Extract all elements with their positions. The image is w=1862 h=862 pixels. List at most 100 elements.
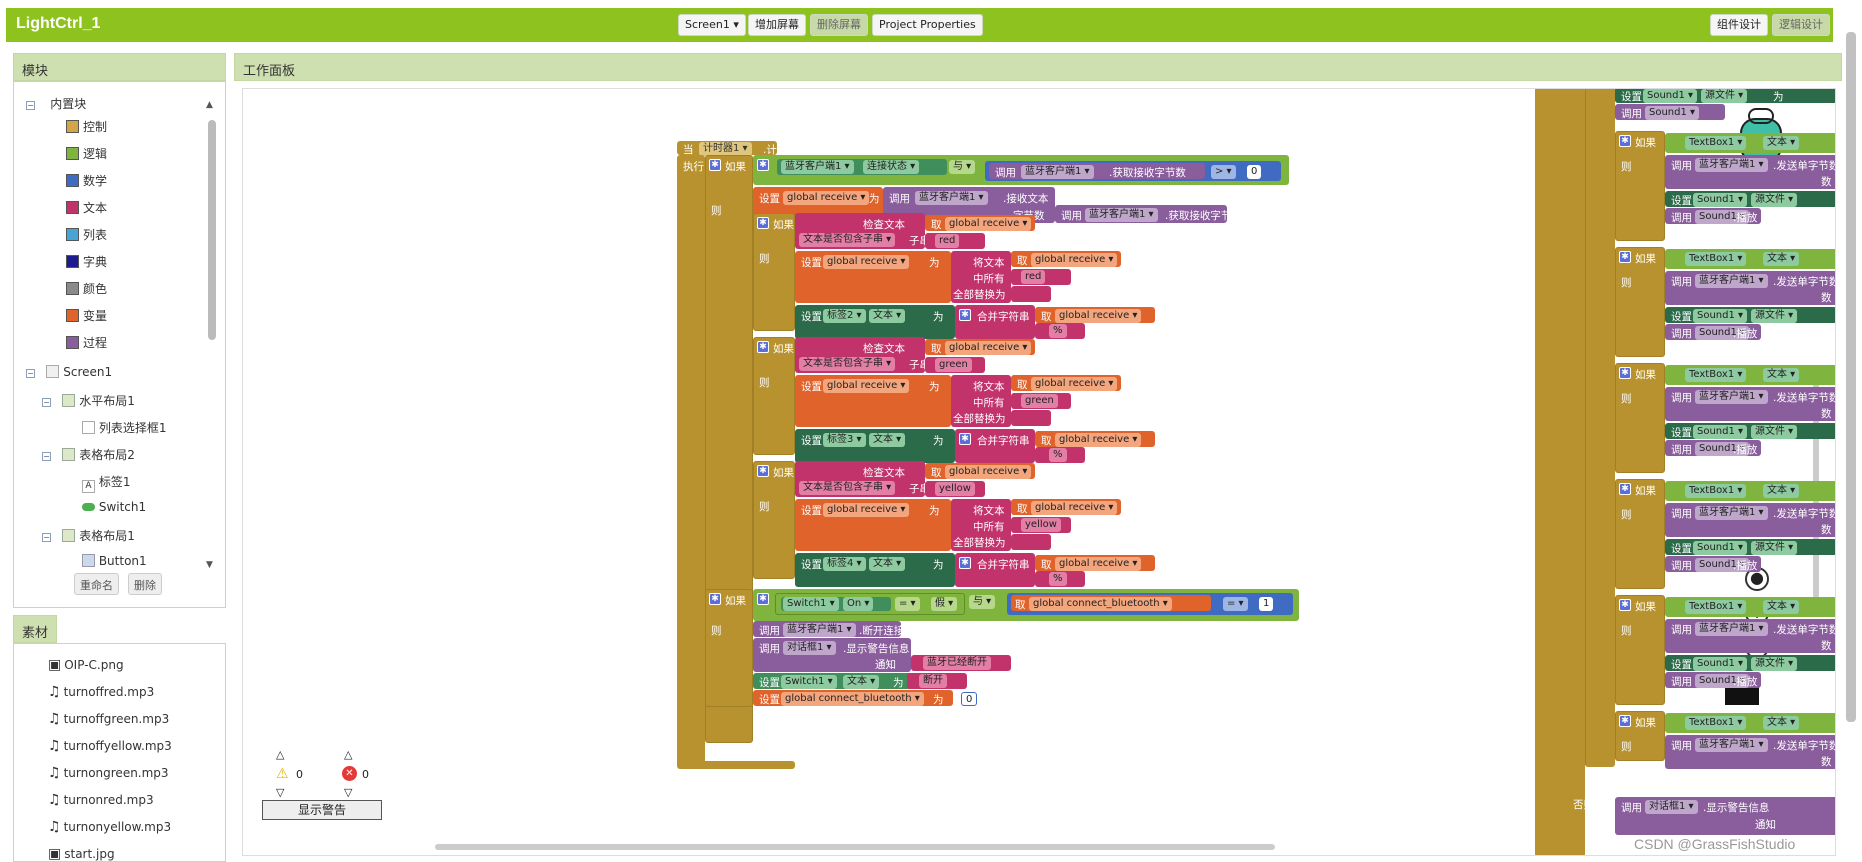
bt-client-dropdown[interactable]: 蓝牙客户端1 ▾	[783, 623, 856, 637]
media-item[interactable]: ♫ turnoffred.mp3	[48, 684, 154, 700]
collapse-icon[interactable]: −	[26, 101, 35, 110]
text-prop-dropdown[interactable]: 文本 ▾	[1763, 716, 1800, 730]
bt-client-dropdown[interactable]: 蓝牙客户端1 ▾	[915, 191, 988, 205]
page-scrollbar[interactable]	[1846, 32, 1856, 722]
tree-button1[interactable]: Button1	[82, 554, 147, 568]
mutator-gear-icon[interactable]: ✱	[757, 159, 769, 171]
mutator-gear-icon[interactable]: ✱	[1619, 483, 1631, 495]
blocks-workspace[interactable]: 当 计时器1 ▾ .计时 执行 ✱ 如果 则 ✱ 蓝牙客户端1 ▾ 连接状态 ▾…	[242, 88, 1836, 856]
tree-screen1[interactable]: − Screen1	[26, 365, 112, 379]
media-item[interactable]: ♫ turnoffgreen.mp3	[48, 711, 169, 727]
text-prop-dropdown[interactable]: 文本 ▾	[1763, 136, 1800, 150]
red-text[interactable]: red	[935, 234, 960, 248]
source-dropdown[interactable]: 源文件 ▾	[1751, 193, 1798, 207]
mutator-gear-icon[interactable]: ✱	[709, 593, 721, 605]
textbox1-dropdown[interactable]: TextBox1 ▾	[1685, 484, 1747, 498]
collapse-icon[interactable]: −	[42, 533, 51, 542]
sound1-dropdown[interactable]: Sound1 ▾	[1693, 425, 1748, 439]
mutator-gear-icon[interactable]: ✱	[1619, 367, 1631, 379]
remove-screen-button[interactable]: 删除屏幕	[810, 14, 868, 36]
bt-client-dropdown[interactable]: 蓝牙客户端1 ▾	[1695, 622, 1768, 636]
contains-dropdown[interactable]: 文本是否包含子串 ▾	[799, 233, 896, 247]
sound1-dropdown[interactable]: Sound1 ▾	[1693, 541, 1748, 555]
sound1-dropdown[interactable]: Sound1 ▾	[1693, 309, 1748, 323]
project-properties-button[interactable]: Project Properties	[872, 14, 983, 36]
switch1-dropdown[interactable]: Switch1 ▾	[783, 597, 839, 611]
tree-tablelayout2[interactable]: − 表格布局2	[42, 446, 135, 463]
mutator-gear-icon[interactable]: ✱	[1619, 135, 1631, 147]
timer-dropdown[interactable]: 计时器1 ▾	[699, 142, 752, 156]
label4-dropdown[interactable]: 标签4 ▾	[823, 557, 866, 571]
notifier-dropdown[interactable]: 对话框1 ▾	[1645, 800, 1698, 814]
bt-client-dropdown[interactable]: 蓝牙客户端1 ▾	[1695, 390, 1768, 404]
bt-client-dropdown[interactable]: 蓝牙客户端1 ▾	[1695, 158, 1768, 172]
rename-button[interactable]: 重命名	[74, 573, 119, 595]
empty-text[interactable]	[1011, 410, 1051, 426]
global-receive-dropdown[interactable]: global receive ▾	[945, 217, 1032, 231]
number-one[interactable]: 1	[1259, 597, 1274, 611]
text-prop-dropdown[interactable]: 文本 ▾	[1763, 252, 1800, 266]
mutator-gear-icon[interactable]: ✱	[1619, 599, 1631, 611]
tree-builtin[interactable]: − 内置块	[26, 95, 86, 112]
textbox1-dropdown[interactable]: TextBox1 ▾	[1685, 716, 1747, 730]
global-receive-dropdown[interactable]: global receive ▾	[823, 503, 910, 517]
eq-dropdown[interactable]: = ▾	[1223, 597, 1248, 611]
green-text[interactable]: green	[1021, 394, 1058, 408]
percent-text[interactable]: %	[1049, 572, 1067, 586]
warnings-down-icon[interactable]: ▽	[276, 786, 284, 799]
source-dropdown[interactable]: 源文件 ▾	[1751, 309, 1798, 323]
builtin-item[interactable]: 逻辑	[66, 145, 107, 162]
contains-dropdown[interactable]: 文本是否包含子串 ▾	[799, 357, 896, 371]
text-prop-dropdown[interactable]: 文本 ▾	[843, 675, 880, 689]
label3-dropdown[interactable]: 标签3 ▾	[823, 433, 866, 447]
source-dropdown[interactable]: 源文件 ▾	[1701, 89, 1748, 103]
bt-client-dropdown[interactable]: 蓝牙客户端1 ▾	[1021, 165, 1094, 179]
mutator-gear-icon[interactable]: ✱	[959, 309, 971, 321]
collapse-icon[interactable]: −	[42, 452, 51, 461]
media-item[interactable]: ♫ turnongreen.mp3	[48, 765, 169, 781]
errors-up-icon[interactable]: △	[344, 748, 352, 761]
errors-down-icon[interactable]: ▽	[344, 786, 352, 799]
percent-text[interactable]: %	[1049, 448, 1067, 462]
gt-dropdown[interactable]: > ▾	[1211, 165, 1236, 179]
textbox1-dropdown[interactable]: TextBox1 ▾	[1685, 136, 1747, 150]
global-conn-dropdown[interactable]: global connect_bluetooth ▾	[781, 692, 924, 706]
source-dropdown[interactable]: 源文件 ▾	[1751, 657, 1798, 671]
text-prop-dropdown[interactable]: 文本 ▾	[869, 309, 906, 323]
bt-client-dropdown[interactable]: 蓝牙客户端1 ▾	[1695, 506, 1768, 520]
mutator-gear-icon[interactable]: ✱	[757, 217, 769, 229]
palette-scrollbar[interactable]: ▲ ▼	[206, 100, 216, 570]
global-receive-dropdown[interactable]: global receive ▾	[1055, 557, 1142, 571]
off-text[interactable]: 断开	[919, 674, 947, 688]
collapse-icon[interactable]: −	[26, 369, 35, 378]
tree-tablelayout1[interactable]: − 表格布局1	[42, 527, 135, 544]
sound1-dropdown[interactable]: Sound1 ▾	[1643, 89, 1698, 103]
global-receive-dropdown[interactable]: global receive ▾	[1031, 253, 1118, 267]
builtin-item[interactable]: 过程	[66, 334, 107, 351]
collapse-icon[interactable]: −	[42, 398, 51, 407]
tree-label1[interactable]: A 标签1	[82, 473, 130, 493]
global-receive-dropdown[interactable]: global receive ▾	[945, 465, 1032, 479]
sound1-dropdown[interactable]: Sound1 ▾	[1645, 106, 1700, 120]
number-zero[interactable]: 0	[1247, 165, 1262, 179]
eq-dropdown[interactable]: = ▾	[895, 597, 920, 611]
delete-button[interactable]: 删除	[128, 573, 162, 595]
number-zero[interactable]: 0	[961, 692, 978, 706]
label2-dropdown[interactable]: 标签2 ▾	[823, 309, 866, 323]
and-dropdown[interactable]: 与 ▾	[969, 595, 996, 609]
media-item[interactable]: ▣ start.jpg	[48, 846, 115, 862]
sound1-dropdown[interactable]: Sound1 ▾	[1693, 193, 1748, 207]
source-dropdown[interactable]: 源文件 ▾	[1751, 425, 1798, 439]
global-receive-dropdown[interactable]: global receive ▾	[1031, 377, 1118, 391]
empty-text[interactable]	[1011, 286, 1051, 302]
switch1-dropdown[interactable]: Switch1 ▾	[781, 675, 837, 689]
and-dropdown[interactable]: 与 ▾	[949, 160, 976, 174]
textbox1-dropdown[interactable]: TextBox1 ▾	[1685, 252, 1747, 266]
bt-client-dropdown[interactable]: 蓝牙客户端1 ▾	[1085, 208, 1158, 222]
red-text[interactable]: red	[1021, 270, 1046, 284]
false-dropdown[interactable]: 假 ▾	[931, 597, 958, 611]
textbox1-dropdown[interactable]: TextBox1 ▾	[1685, 368, 1747, 382]
screen-select[interactable]: Screen1 ▾	[678, 14, 746, 36]
builtin-item[interactable]: 文本	[66, 199, 107, 216]
global-receive-dropdown[interactable]: global receive ▾	[945, 341, 1032, 355]
